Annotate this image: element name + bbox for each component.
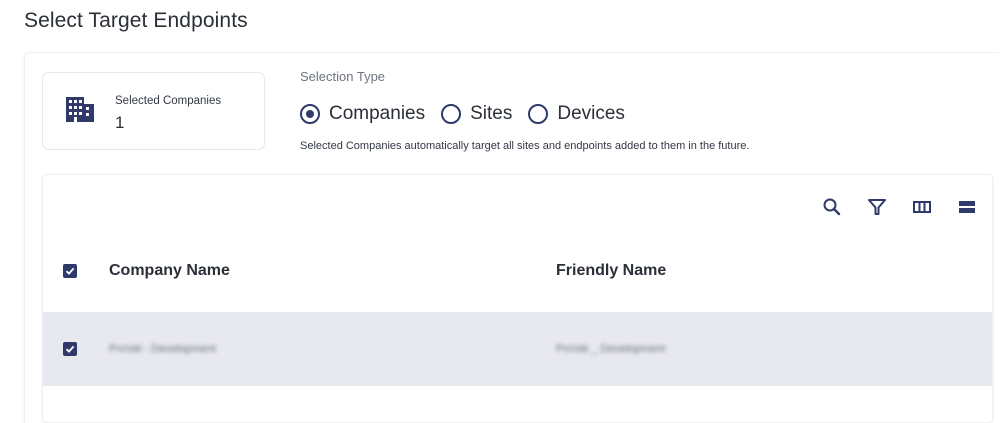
radio-companies-label[interactable]: Companies xyxy=(329,103,425,125)
radio-companies-indicator[interactable] xyxy=(300,104,320,124)
selected-companies-label: Selected Companies xyxy=(115,95,222,107)
row-friendly-name: ProVal _ Development xyxy=(556,343,666,355)
selected-companies-card: Selected Companies 1 xyxy=(42,72,265,150)
radio-companies[interactable]: Companies xyxy=(300,103,425,125)
row-company-name: ProVal - Development xyxy=(109,343,216,355)
select-all-checkbox[interactable] xyxy=(63,264,77,278)
column-header-friendly-name[interactable]: Friendly Name xyxy=(556,262,666,280)
radio-devices[interactable]: Devices xyxy=(528,103,625,125)
radio-devices-label[interactable]: Devices xyxy=(557,103,625,125)
selection-type-label: Selection Type xyxy=(300,69,386,84)
row-checkbox[interactable] xyxy=(63,342,77,356)
radio-devices-indicator[interactable] xyxy=(528,104,549,124)
filter-icon[interactable] xyxy=(867,197,887,217)
radio-sites[interactable]: Sites xyxy=(441,103,512,125)
selection-type-radio-group: Companies Sites Devices xyxy=(300,101,641,127)
radio-sites-indicator[interactable] xyxy=(441,104,462,124)
page-title: Select Target Endpoints xyxy=(24,9,248,32)
building-icon xyxy=(65,96,95,123)
search-icon[interactable] xyxy=(822,197,842,217)
column-header-company-name[interactable]: Company Name xyxy=(109,262,230,280)
radio-sites-label[interactable]: Sites xyxy=(470,103,512,125)
selected-companies-count: 1 xyxy=(115,113,125,132)
columns-icon[interactable] xyxy=(912,197,932,217)
density-icon[interactable] xyxy=(957,197,977,217)
selection-type-hint: Selected Companies automatically target … xyxy=(300,140,750,152)
